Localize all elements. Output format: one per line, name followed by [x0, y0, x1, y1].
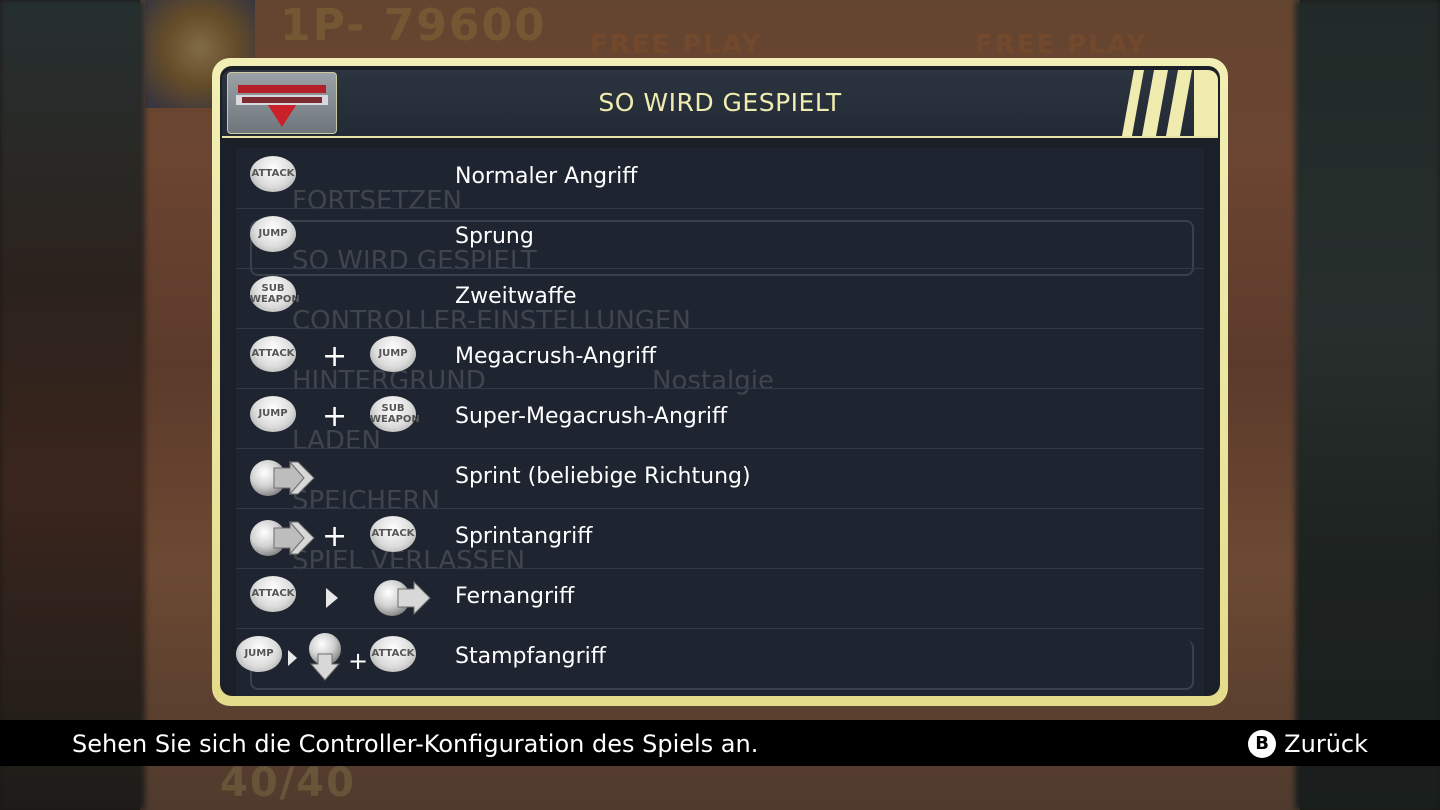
control-row-super-megacrush: JUMP + SUB WEAPON Super-Megacrush-Angriff: [236, 388, 1204, 449]
joystick-arrow-icon: [374, 580, 431, 616]
then-arrow-icon: [326, 588, 338, 608]
jump-button-icon: JUMP: [370, 336, 416, 378]
header-stripes-decoration: [1122, 70, 1218, 136]
dialog-header: SO WIRD GESPIELT: [222, 70, 1218, 138]
attack-button-icon: ATTACK: [370, 636, 416, 678]
plus-icon: +: [322, 339, 348, 374]
attack-button-icon: ATTACK: [250, 156, 296, 198]
footer-bar: Sehen Sie sich die Controller-Konfigurat…: [0, 720, 1440, 766]
control-row-sprint: Sprint (beliebige Richtung): [236, 448, 1204, 509]
control-row-normal-attack: ATTACK Normaler Angriff: [236, 148, 1204, 209]
control-label: Stampfangriff: [455, 644, 606, 669]
control-row-stomp-attack: JUMP + ATTACK Stampfangriff: [236, 628, 1204, 688]
how-to-play-dialog: SO WIRD GESPIELT FORTSETZEN SO WIRD GESP…: [212, 58, 1228, 706]
control-label: Sprintangriff: [455, 524, 593, 549]
control-row-jump: JUMP Sprung: [236, 208, 1204, 269]
control-row-sprint-attack: + ATTACK Sprintangriff: [236, 508, 1204, 569]
jump-button-icon: JUMP: [250, 216, 296, 258]
joystick-down-arrow-icon: [309, 633, 341, 681]
joystick-double-arrow-icon: [250, 520, 315, 556]
joystick-double-arrow-icon: [250, 460, 315, 496]
control-label: Zweitwaffe: [455, 284, 577, 309]
attack-button-icon: ATTACK: [370, 516, 416, 558]
then-arrow-icon: [288, 650, 297, 666]
attack-button-icon: ATTACK: [250, 576, 296, 618]
footer-hint: Sehen Sie sich die Controller-Konfigurat…: [72, 730, 759, 758]
b-button-icon: B: [1248, 730, 1277, 758]
control-label: Normaler Angriff: [455, 164, 638, 189]
control-label: Megacrush-Angriff: [455, 344, 657, 369]
control-label: Sprint (beliebige Richtung): [455, 464, 751, 489]
control-label: Super-Megacrush-Angriff: [455, 404, 728, 429]
sub-weapon-button-icon: SUB WEAPON: [250, 276, 300, 318]
back-label: Zurück: [1284, 730, 1368, 758]
control-row-sub-weapon: SUB WEAPON Zweitwaffe: [236, 268, 1204, 329]
dialog-title: SO WIRD GESPIELT: [598, 88, 842, 117]
control-label: Fernangriff: [455, 584, 575, 609]
sub-weapon-button-icon: SUB WEAPON: [370, 396, 420, 438]
attack-button-icon: ATTACK: [250, 336, 296, 378]
controls-list: FORTSETZEN SO WIRD GESPIELT CONTROLLER-E…: [236, 148, 1204, 696]
plus-icon: +: [322, 519, 348, 554]
control-row-ranged-attack: ATTACK Fernangriff: [236, 568, 1204, 629]
plus-icon: +: [322, 399, 348, 434]
plus-icon: +: [348, 647, 369, 675]
control-label: Sprung: [455, 224, 534, 249]
jump-button-icon: JUMP: [250, 396, 296, 438]
control-row-megacrush: ATTACK + JUMP Megacrush-Angriff: [236, 328, 1204, 389]
back-button[interactable]: B Zurück: [1248, 720, 1368, 768]
jump-button-icon: JUMP: [236, 636, 282, 678]
